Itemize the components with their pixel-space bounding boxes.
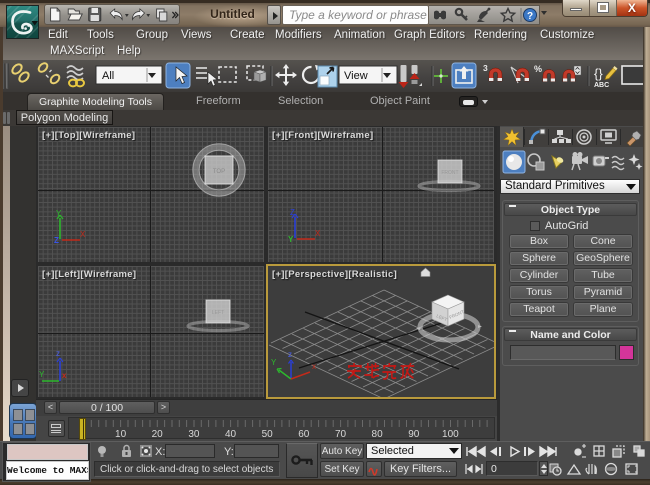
svg-text:X: X: [315, 229, 321, 238]
svg-text:10: 10: [115, 429, 127, 438]
svg-text:%: %: [534, 64, 542, 74]
svg-text:60: 60: [298, 429, 310, 438]
svg-text:70: 70: [335, 429, 347, 438]
svg-text:Z: Z: [290, 208, 295, 217]
svg-text:View: View: [344, 70, 368, 82]
svg-text:100: 100: [442, 429, 459, 438]
svg-text:All: All: [102, 70, 114, 82]
svg-text:30: 30: [188, 429, 200, 438]
svg-text:z: z: [288, 350, 292, 359]
svg-text:TOP: TOP: [213, 169, 225, 175]
svg-text:40: 40: [225, 429, 237, 438]
svg-text:90: 90: [408, 429, 420, 438]
svg-text:LEFT: LEFT: [212, 310, 224, 316]
svg-text:3: 3: [483, 63, 488, 73]
svg-text:Y: Y: [39, 370, 45, 379]
svg-text:Y: Y: [271, 358, 277, 367]
svg-text:x: x: [312, 362, 316, 371]
svg-text:80: 80: [372, 429, 384, 438]
svg-text:50: 50: [262, 429, 274, 438]
svg-text:x: x: [62, 371, 67, 380]
svg-text:{}: {}: [594, 66, 603, 81]
svg-text:?: ?: [527, 11, 533, 22]
svg-text:20: 20: [152, 429, 164, 438]
svg-text:X: X: [80, 230, 86, 239]
svg-text:Y: Y: [56, 209, 62, 218]
svg-text:Y: Y: [288, 235, 294, 244]
svg-text:FRONT: FRONT: [441, 170, 458, 176]
svg-text:ABC: ABC: [594, 82, 609, 89]
svg-text:z: z: [56, 349, 60, 358]
svg-text:Z: Z: [54, 236, 59, 245]
